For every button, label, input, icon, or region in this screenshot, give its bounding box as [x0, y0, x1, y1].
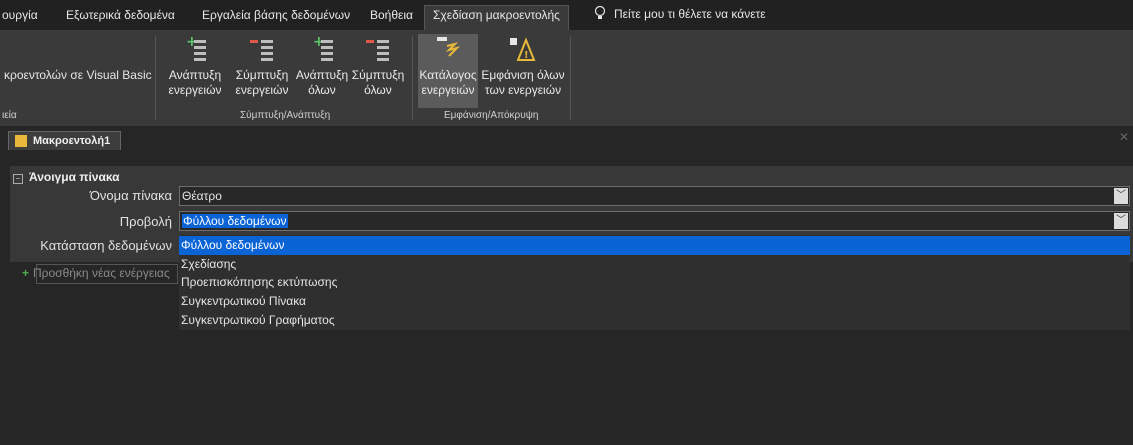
expand-actions-button[interactable]: + Ανάπτυξη ενεργειών [160, 34, 230, 98]
ribbon-tab-bar: ουργία Εξωτερικά δεδομένα Εργαλεία βάσης… [0, 0, 1133, 31]
group-label-collapse-expand: Σύμπτυξη/Ανάπτυξη [240, 110, 331, 121]
collapse-all-icon [363, 34, 393, 64]
expand-all-icon: + [307, 34, 337, 64]
macro-document-tab[interactable]: Μακροεντολή1 [8, 131, 122, 151]
collapse-all-label-1: Σύμπτυξη [351, 68, 405, 82]
convert-macros-to-vb-button[interactable]: κροεντολών σε Visual Basic [4, 68, 152, 82]
table-name-field[interactable]: Θέατρο ﹀ [179, 186, 1130, 206]
table-name-label: Όνομα πίνακα [89, 188, 172, 203]
expand-all-button[interactable]: + Ανάπτυξη όλων [292, 34, 352, 98]
tab-help[interactable]: Βοήθεια [370, 6, 413, 30]
view-field[interactable]: Φύλλου δεδομένων ﹀ [179, 211, 1130, 231]
dropdown-option[interactable]: Σχεδίασης [179, 255, 1130, 274]
collapse-actions-label-2: ενεργειών [235, 83, 289, 97]
data-mode-label: Κατάσταση δεδομένων [40, 238, 172, 253]
tab-create[interactable]: ουργία [2, 6, 38, 30]
document-tab-bar: Μακροεντολή1 ✕ [0, 126, 1133, 151]
group-separator [570, 36, 571, 120]
expand-all-label-2: όλων [308, 83, 336, 97]
action-catalog-button[interactable]: Κατάλογος ενεργειών [418, 34, 478, 108]
tab-database-tools[interactable]: Εργαλεία βάσης δεδομένων [202, 6, 350, 30]
expand-all-label-1: Ανάπτυξη [295, 68, 349, 82]
collapse-all-button[interactable]: Σύμπτυξη όλων [350, 34, 406, 98]
collapse-actions-icon [247, 34, 277, 64]
close-icon[interactable]: ✕ [1119, 130, 1129, 144]
collapse-toggle-icon[interactable]: − [13, 174, 23, 184]
group-label-show-hide: Εμφάνιση/Απόκρυψη [444, 110, 539, 121]
view-value: Φύλλου δεδομένων [182, 214, 288, 228]
add-action-placeholder: Προσθήκη νέας ενέργειας [33, 266, 170, 280]
action-catalog-label-1: Κατάλογος [419, 68, 477, 82]
show-all-actions-button[interactable]: ! Εμφάνιση όλων των ενεργειών [480, 34, 566, 98]
tab-macro-design[interactable]: Σχεδίαση μακροεντολής [424, 5, 569, 31]
collapse-actions-label-1: Σύμπτυξη [235, 68, 289, 82]
ribbon: κροεντολών σε Visual Basic ιεία + Ανάπτυ… [0, 30, 1133, 127]
group-separator [155, 36, 156, 120]
collapse-all-label-2: όλων [364, 83, 392, 97]
chevron-down-icon[interactable]: ﹀ [1114, 188, 1128, 204]
group-label-tools: ιεία [2, 110, 17, 121]
expand-actions-label-1: Ανάπτυξη [168, 68, 222, 82]
action-catalog-icon [433, 34, 463, 64]
macro-tab-label: Μακροεντολή1 [33, 135, 111, 147]
show-all-actions-label-1: Εμφάνιση όλων [481, 68, 565, 82]
plus-icon: + [22, 266, 30, 280]
group-separator [412, 36, 413, 120]
expand-actions-icon: + [180, 34, 210, 64]
action-block-title[interactable]: − Άνοιγμα πίνακα [13, 170, 120, 184]
table-name-value: Θέατρο [182, 189, 222, 203]
show-all-actions-icon: ! [508, 34, 538, 64]
tell-me-search[interactable]: Πείτε μου τι θέλετε να κάνετε [594, 5, 766, 21]
show-all-actions-label-2: των ενεργειών [484, 83, 562, 97]
add-new-action[interactable]: + Προσθήκη νέας ενέργειας [22, 266, 175, 280]
tell-me-text: Πείτε μου τι θέλετε να κάνετε [614, 7, 766, 21]
dropdown-option[interactable]: Συγκεντρωτικού Γραφήματος [179, 311, 1130, 330]
chevron-down-icon[interactable]: ﹀ [1114, 213, 1128, 229]
lightbulb-icon [594, 5, 606, 19]
expand-actions-label-2: ενεργειών [168, 83, 222, 97]
action-name: Άνοιγμα πίνακα [29, 170, 120, 184]
macro-icon [15, 135, 27, 147]
view-label: Προβολή [119, 214, 172, 229]
action-catalog-label-2: ενεργειών [421, 83, 475, 97]
dropdown-option[interactable]: Φύλλου δεδομένων [179, 236, 1130, 255]
dropdown-option[interactable]: Συγκεντρωτικού Πίνακα [179, 292, 1130, 311]
svg-text:!: ! [524, 50, 529, 61]
dropdown-option[interactable]: Προεπισκόπησης εκτύπωσης [179, 273, 1130, 292]
collapse-actions-button[interactable]: Σύμπτυξη ενεργειών [230, 34, 294, 98]
tab-external-data[interactable]: Εξωτερικά δεδομένα [66, 6, 175, 30]
